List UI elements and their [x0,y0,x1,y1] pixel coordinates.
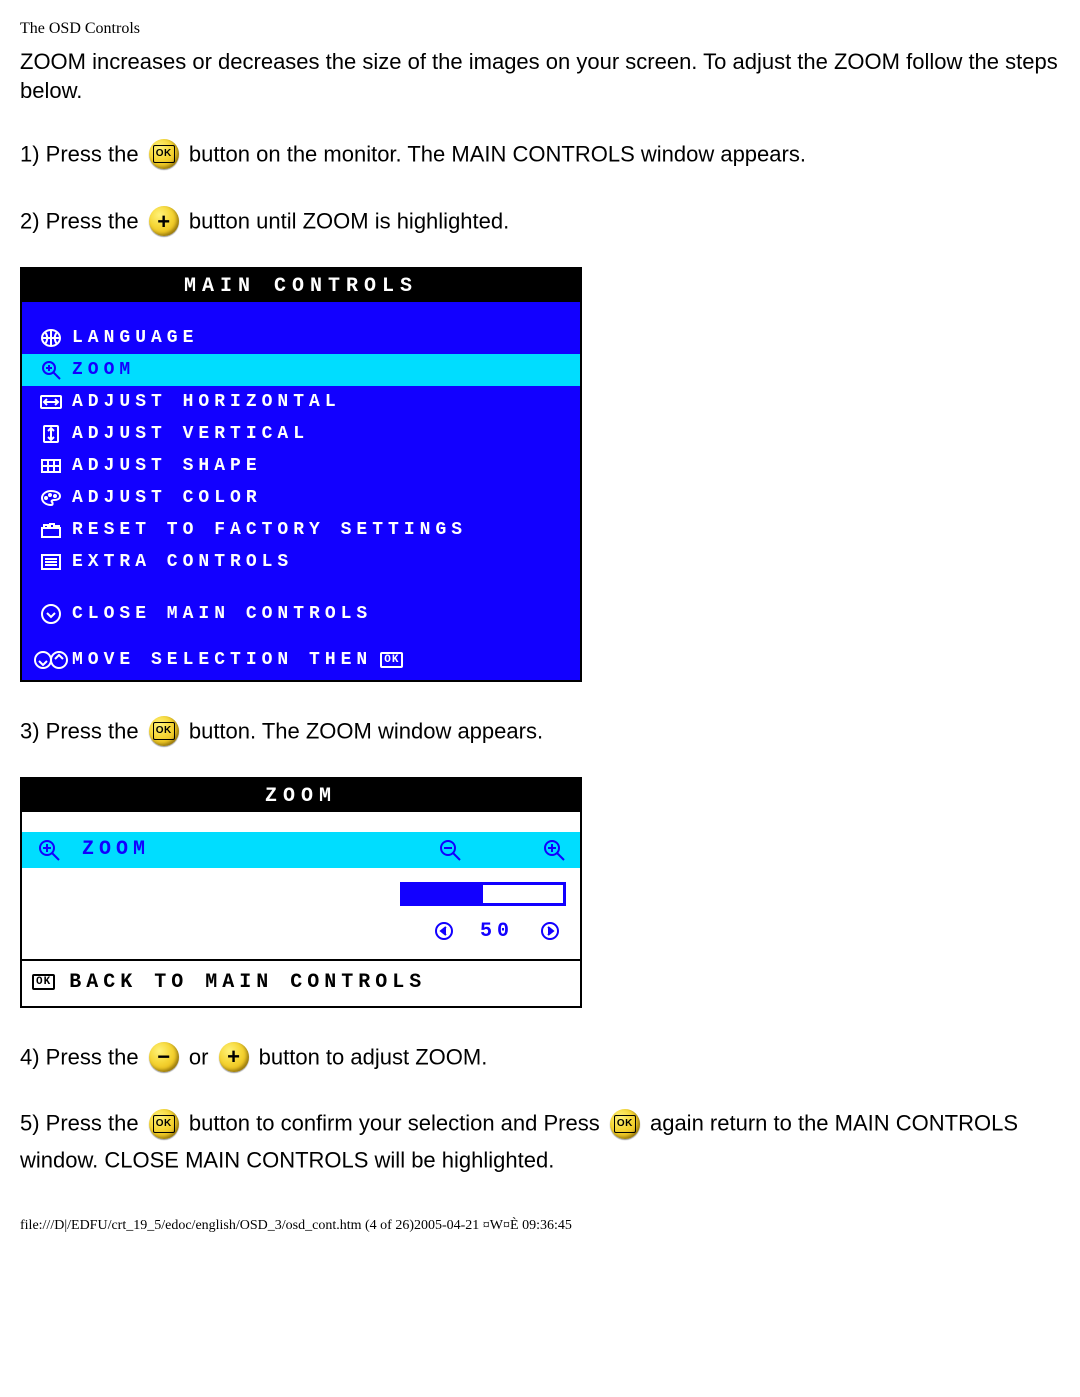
ok-button-icon [149,139,179,169]
step4-prefix: 4) Press the [20,1044,145,1069]
zoom-back-label: BACK TO MAIN CONTROLS [69,971,426,994]
menu-item-reset-factory[interactable]: RESET TO FACTORY SETTINGS [22,514,580,546]
step4-suffix: button to adjust ZOOM. [259,1044,488,1069]
intro-text: ZOOM increases or decreases the size of … [20,48,1060,105]
main-controls-panel: MAIN CONTROLS LANGUAGE ZOOM ADJUST HORIZ… [20,267,582,682]
menu-label: ZOOM [72,360,570,380]
step5-mid: button to confirm your selection and Pre… [189,1111,606,1136]
page-header: The OSD Controls [20,20,1060,38]
left-arrow-icon[interactable] [434,921,454,941]
menu-item-adjust-horizontal[interactable]: ADJUST HORIZONTAL [22,386,580,418]
step-1: 1) Press the button on the monitor. The … [20,135,1060,172]
step5-prefix: 5) Press the [20,1111,145,1136]
step1-suffix: button on the monitor. The MAIN CONTROLS… [189,142,806,167]
menu-item-language[interactable]: LANGUAGE [22,322,580,354]
zoom-panel: ZOOM ZOOM 50 OK BACK TO MAIN CONTROLS [20,777,582,1008]
zoom-in-icon [36,838,62,862]
step1-prefix: 1) Press the [20,142,145,167]
zoom-footer[interactable]: OK BACK TO MAIN CONTROLS [22,959,580,1006]
menu-item-adjust-vertical[interactable]: ADJUST VERTICAL [22,418,580,450]
ok-glyph-icon: OK [32,974,55,990]
zoom-progress-bar [400,882,566,906]
zoom-progress-fill [403,885,483,903]
menu-label: LANGUAGE [72,328,570,348]
zoom-in-icon [542,838,566,862]
step-2: 2) Press the button until ZOOM is highli… [20,202,1060,239]
menu-label: ADJUST VERTICAL [72,424,570,444]
right-arrow-icon[interactable] [540,921,560,941]
ok-button-icon [149,1109,179,1139]
step-4: 4) Press the or button to adjust ZOOM. [20,1038,1060,1075]
footer-text: MOVE SELECTION THEN [72,650,372,670]
zoom-title: ZOOM [22,779,580,812]
step-3: 3) Press the button. The ZOOM window app… [20,712,1060,749]
menu-label: EXTRA CONTROLS [72,552,570,572]
zoom-value: 50 [480,920,514,943]
step2-suffix: button until ZOOM is highlighted. [189,209,509,234]
plus-button-icon [149,206,179,236]
menu-label: RESET TO FACTORY SETTINGS [72,520,570,540]
zoom-out-icon [438,838,462,862]
step2-prefix: 2) Press the [20,209,145,234]
menu-item-zoom[interactable]: ZOOM [22,354,580,386]
plus-button-icon [219,1042,249,1072]
menu-item-adjust-color[interactable]: ADJUST COLOR [22,482,580,514]
menu-label: CLOSE MAIN CONTROLS [72,604,570,624]
step-5: 5) Press the button to confirm your sele… [20,1104,1060,1178]
menu-item-close[interactable]: CLOSE MAIN CONTROLS [22,598,580,630]
menu-label: ADJUST SHAPE [72,456,570,476]
minus-button-icon [149,1042,179,1072]
main-controls-footer: MOVE SELECTION THEN OK [22,642,580,680]
menu-item-adjust-shape[interactable]: ADJUST SHAPE [22,450,580,482]
ok-glyph-icon: OK [380,652,403,668]
ok-button-icon [610,1109,640,1139]
step3-prefix: 3) Press the [20,718,145,743]
step3-suffix: button. The ZOOM window appears. [189,718,543,743]
step4-mid: or [189,1044,215,1069]
page-footer: file:///D|/EDFU/crt_19_5/edoc/english/OS… [20,1218,1060,1234]
zoom-row[interactable]: ZOOM [22,832,580,868]
menu-label: ADJUST COLOR [72,488,570,508]
menu-label: ADJUST HORIZONTAL [72,392,570,412]
menu-item-extra-controls[interactable]: EXTRA CONTROLS [22,546,580,578]
ok-button-icon [149,716,179,746]
main-controls-title: MAIN CONTROLS [22,269,580,302]
zoom-row-label: ZOOM [82,838,150,861]
